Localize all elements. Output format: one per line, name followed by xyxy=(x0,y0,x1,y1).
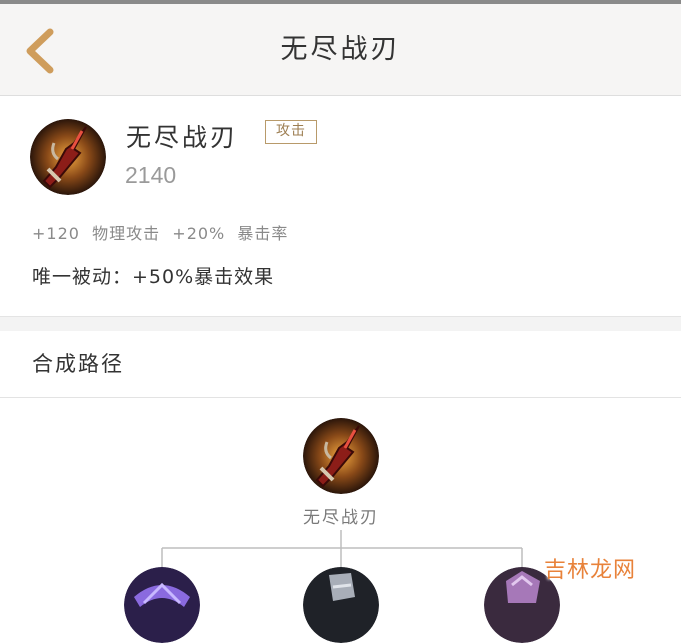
item-category-tag: 攻击 xyxy=(265,120,317,144)
item-price: 2140 xyxy=(125,162,177,188)
item-name: 无尽战刃 xyxy=(126,123,239,152)
section-title: 合成路径 xyxy=(32,352,124,376)
item-stats: +120 物理攻击 +20% 暴击率 xyxy=(32,224,289,243)
tree-root-label: 无尽战刃 xyxy=(303,508,379,528)
chevron-left-icon xyxy=(26,28,54,74)
item-detail-card: 无尽战刃 攻击 2140 +120 物理攻击 +20% 暴击率 唯一被动：+50… xyxy=(0,96,681,316)
steel-blade-item-icon[interactable] xyxy=(303,567,379,643)
back-button[interactable] xyxy=(18,26,62,76)
watermark: 吉林龙网 xyxy=(544,558,637,583)
page-title: 无尽战刃 xyxy=(280,34,401,65)
infinity-blade-icon[interactable] xyxy=(303,418,379,494)
item-passive: 唯一被动：+50%暴击效果 xyxy=(32,266,275,288)
infinity-blade-icon xyxy=(30,119,106,195)
navbar: 无尽战刃 xyxy=(0,4,681,96)
synthesis-section-header: 合成路径 xyxy=(0,331,681,398)
section-divider xyxy=(0,316,681,332)
purple-crystal-item-icon[interactable] xyxy=(124,567,200,643)
